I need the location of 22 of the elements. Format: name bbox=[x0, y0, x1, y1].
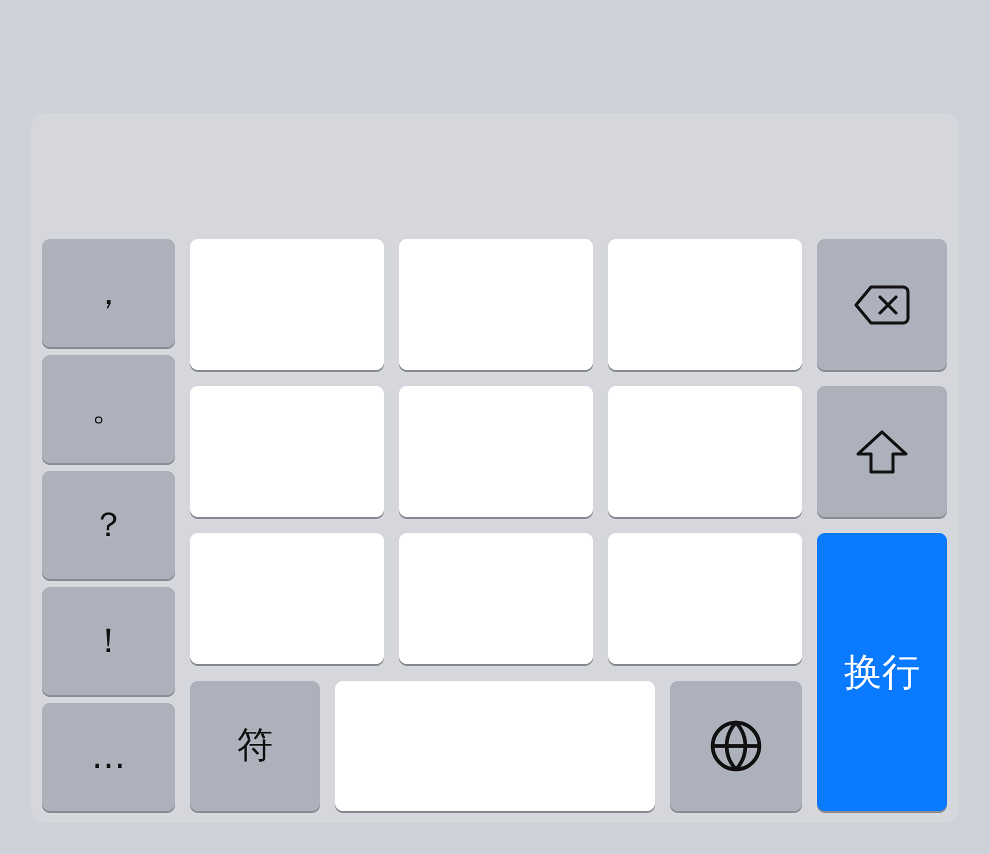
backspace-icon bbox=[853, 284, 911, 326]
punctuation-key[interactable]: ！ bbox=[42, 587, 175, 695]
punctuation-key[interactable]: … bbox=[42, 703, 175, 811]
symbols-key[interactable]: 符 bbox=[190, 681, 320, 811]
input-key[interactable] bbox=[608, 239, 802, 370]
shift-icon bbox=[855, 428, 909, 474]
input-key[interactable] bbox=[399, 386, 593, 517]
return-key[interactable]: 换行 bbox=[817, 533, 947, 811]
input-key[interactable] bbox=[190, 239, 384, 370]
punctuation-key[interactable]: ， bbox=[42, 239, 175, 347]
input-key[interactable] bbox=[608, 386, 802, 517]
input-key[interactable] bbox=[399, 533, 593, 664]
punctuation-key[interactable]: 。 bbox=[42, 355, 175, 463]
space-key[interactable] bbox=[334, 681, 656, 811]
globe-key[interactable] bbox=[670, 681, 802, 811]
input-key[interactable] bbox=[608, 533, 802, 664]
input-key[interactable] bbox=[190, 386, 384, 517]
input-key[interactable] bbox=[399, 239, 593, 370]
punctuation-key[interactable]: ？ bbox=[42, 471, 175, 579]
shift-key[interactable] bbox=[817, 386, 947, 517]
input-key[interactable] bbox=[190, 533, 384, 664]
delete-key[interactable] bbox=[817, 239, 947, 370]
